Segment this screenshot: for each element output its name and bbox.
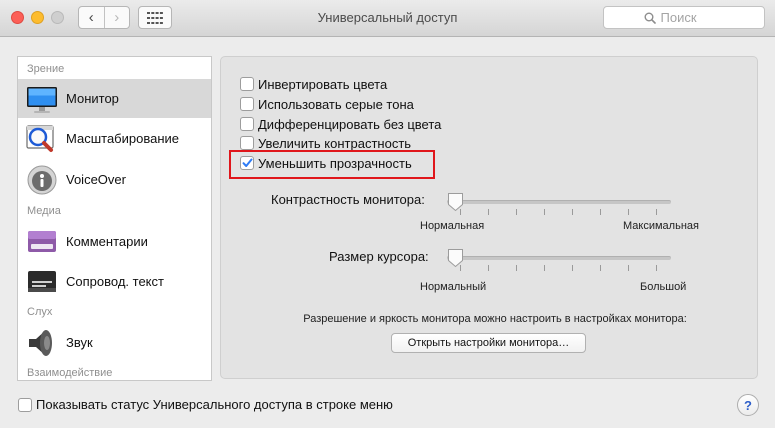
comments-icon xyxy=(28,231,56,252)
help-button[interactable]: ? xyxy=(737,394,759,416)
show-status-row[interactable]: Показывать статус Универсального доступа… xyxy=(18,397,393,412)
cursor-size-slider-label: Размер курсора: xyxy=(329,249,429,264)
increase-contrast-label: Увеличить контрастность xyxy=(258,135,412,151)
cursor-min-label: Нормальный xyxy=(420,281,487,293)
search-icon xyxy=(644,12,656,24)
sidebar: Зрение Монитор Масштабирование VoiceOver… xyxy=(17,56,212,381)
option-invert-colors[interactable]: Инвертировать цвета xyxy=(240,75,387,93)
sidebar-item-display[interactable]: Монитор xyxy=(18,79,211,118)
sidebar-item-descriptions[interactable]: Комментарии xyxy=(18,222,211,261)
invert-colors-label: Инвертировать цвета xyxy=(258,76,388,92)
sidebar-item-audio[interactable]: Звук xyxy=(18,323,211,362)
sidebar-item-label: Звук xyxy=(66,335,93,350)
increase-contrast-checkbox[interactable] xyxy=(240,136,254,150)
sidebar-header-hearing: Слух xyxy=(27,306,53,318)
highlight-annotation xyxy=(229,150,435,179)
contrast-tick xyxy=(516,209,517,215)
show-status-checkbox[interactable] xyxy=(18,397,32,412)
search-box[interactable] xyxy=(603,6,765,29)
sidebar-header-interaction: Взаимодействие xyxy=(27,367,113,379)
differentiate-label: Дифференцировать без цвета xyxy=(258,116,442,132)
cursor-tick xyxy=(516,265,517,271)
sidebar-header-vision: Зрение xyxy=(27,63,65,75)
voiceover-icon xyxy=(27,165,57,195)
captions-icon xyxy=(28,271,56,292)
contrast-slider-knob[interactable] xyxy=(447,192,464,212)
open-display-preferences-button[interactable]: Открыть настройки монитора… xyxy=(391,333,586,353)
cursor-tick xyxy=(656,265,657,271)
show-status-label: Показывать статус Универсального доступа… xyxy=(36,397,393,412)
sidebar-header-media: Медиа xyxy=(27,205,61,217)
option-differentiate-without-color[interactable]: Дифференцировать без цвета xyxy=(240,115,441,133)
cursor-tick xyxy=(488,265,489,271)
sidebar-item-captions[interactable]: Сопровод. текст xyxy=(18,262,211,301)
contrast-slider[interactable] xyxy=(447,200,671,204)
sidebar-item-label: Монитор xyxy=(66,91,119,106)
search-input[interactable] xyxy=(660,10,725,25)
contrast-tick xyxy=(656,209,657,215)
contrast-max-label: Максимальная xyxy=(623,220,699,232)
magnifier-icon xyxy=(26,125,54,152)
contrast-tick xyxy=(600,209,601,215)
speaker-icon xyxy=(29,330,52,356)
contrast-tick xyxy=(572,209,573,215)
option-grayscale[interactable]: Использовать серые тона xyxy=(240,95,414,113)
sidebar-item-label: Сопровод. текст xyxy=(66,274,164,289)
differentiate-checkbox[interactable] xyxy=(240,117,254,131)
cursor-size-slider-knob[interactable] xyxy=(447,248,464,268)
sidebar-item-voiceover[interactable]: VoiceOver xyxy=(18,160,211,199)
cursor-size-slider[interactable] xyxy=(447,256,671,260)
cursor-tick xyxy=(600,265,601,271)
cursor-tick xyxy=(544,265,545,271)
invert-colors-checkbox[interactable] xyxy=(240,77,254,91)
sidebar-item-label: Масштабирование xyxy=(66,131,180,146)
contrast-min-label: Нормальная xyxy=(420,220,485,232)
question-mark-icon: ? xyxy=(744,397,752,413)
contrast-slider-label: Контрастность монитора: xyxy=(271,192,425,207)
grayscale-checkbox[interactable] xyxy=(240,97,254,111)
sidebar-item-zoom[interactable]: Масштабирование xyxy=(18,119,211,158)
title-bar: ‹ › Универсальный доступ xyxy=(0,0,775,37)
display-info-text: Разрешение и яркость монитора можно наст… xyxy=(303,313,687,325)
cursor-tick xyxy=(572,265,573,271)
contrast-tick xyxy=(488,209,489,215)
sidebar-item-label: Комментарии xyxy=(66,234,148,249)
contrast-tick xyxy=(628,209,629,215)
contrast-tick xyxy=(544,209,545,215)
monitor-icon xyxy=(27,87,57,113)
cursor-max-label: Большой xyxy=(640,281,687,293)
sidebar-item-label: VoiceOver xyxy=(66,172,126,187)
grayscale-label: Использовать серые тона xyxy=(258,96,414,112)
cursor-tick xyxy=(628,265,629,271)
